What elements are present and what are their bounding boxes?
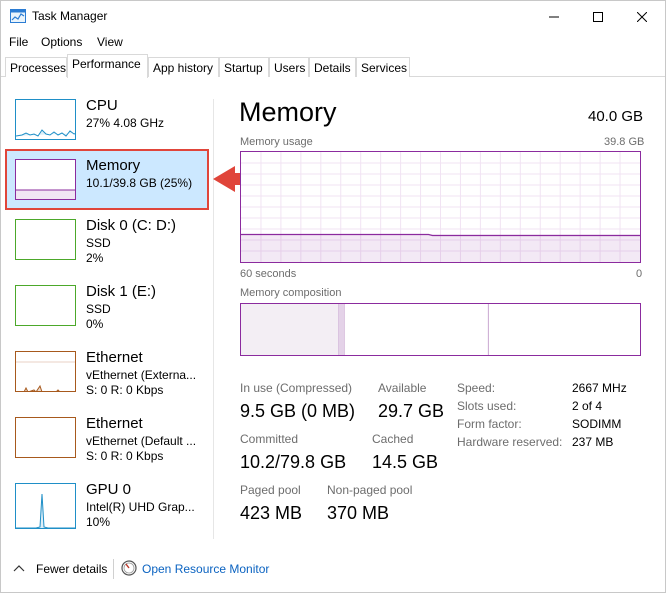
hardware-reserved-value: 237 MB: [572, 435, 614, 449]
close-button[interactable]: [619, 1, 665, 32]
committed-label: Committed: [240, 432, 299, 446]
non-paged-pool-value: 370 MB: [327, 503, 390, 523]
memory-composition-bar: [240, 303, 641, 356]
modified-segment: [338, 304, 345, 355]
resource-monitor-icon[interactable]: [121, 560, 137, 576]
sidebar-item-cpu[interactable]: CPU 27% 4.08 GHz: [1, 93, 213, 155]
sidebar-item-name: Ethernet: [86, 415, 143, 432]
memory-composition-label: Memory composition: [240, 287, 342, 299]
hardware-reserved-label: Hardware reserved:: [457, 435, 563, 449]
tab-services[interactable]: Services: [356, 57, 410, 77]
committed-value: 10.2/79.8 GB: [240, 452, 347, 472]
in-use-segment: [241, 304, 339, 355]
tab-performance[interactable]: Performance: [67, 54, 148, 78]
speed-value: 2667 MHz: [572, 381, 627, 395]
tab-processes[interactable]: Processes: [5, 57, 67, 77]
disk-0-thumbnail-graph: [15, 219, 76, 260]
sidebar-item-detail: vEthernet (Default ...: [86, 434, 197, 448]
task-manager-window: Task Manager File Options View Processes…: [0, 0, 666, 593]
sidebar-item-name: CPU: [86, 97, 118, 114]
sidebar-divider: [213, 99, 214, 539]
speed-label: Speed:: [457, 381, 496, 395]
sidebar-item-detail: SSD: [86, 302, 111, 316]
sidebar-item-ethernet-2[interactable]: Ethernet vEthernet (Default ... S: 0 R: …: [1, 411, 213, 473]
non-paged-pool-label: Non-paged pool: [327, 483, 413, 497]
memory-usage-graph: [240, 151, 641, 263]
menu-options[interactable]: Options: [41, 35, 82, 49]
sidebar-item-name: Disk 0 (C: D:): [86, 217, 176, 234]
memory-usage-max: 39.8 GB: [604, 136, 645, 148]
sidebar-item-name: Disk 1 (E:): [86, 283, 157, 300]
page-title: Memory: [239, 97, 337, 127]
title-bar[interactable]: Task Manager: [1, 1, 665, 32]
menu-file[interactable]: File: [9, 35, 28, 49]
fewer-details-button[interactable]: Fewer details: [36, 562, 107, 576]
memory-usage-plot: [241, 152, 640, 262]
minimize-button[interactable]: [531, 1, 577, 32]
cached-label: Cached: [372, 432, 414, 446]
slots-used-label: Slots used:: [457, 399, 517, 413]
sidebar-item-disk-1[interactable]: Disk 1 (E:) SSD 0%: [1, 279, 213, 341]
sidebar-item-name: Ethernet: [86, 349, 143, 366]
sidebar-item-memory[interactable]: Memory 10.1/39.8 GB (25%): [1, 153, 213, 215]
cpu-thumbnail-graph: [15, 99, 76, 140]
disk-1-thumbnail-graph: [15, 285, 76, 326]
sidebar-item-detail: S: 0 R: 0 Kbps: [86, 383, 164, 397]
memory-usage-label: Memory usage: [240, 136, 313, 148]
form-factor-label: Form factor:: [457, 417, 522, 431]
chevron-up-icon[interactable]: [13, 564, 25, 572]
footer-divider: [113, 559, 114, 579]
sidebar-item-detail: SSD: [86, 236, 111, 250]
gpu-thumbnail-graph: [15, 483, 76, 529]
tab-strip: Processes Performance App history Startu…: [1, 54, 665, 78]
sidebar-item-detail: 2%: [86, 251, 104, 265]
tab-users[interactable]: Users: [269, 57, 309, 77]
memory-thumbnail-graph: [15, 159, 76, 200]
ethernet-1-thumbnail-graph: [15, 351, 76, 392]
ethernet-2-thumbnail-graph: [15, 417, 76, 458]
sidebar-item-detail: Intel(R) UHD Grap...: [86, 500, 195, 514]
sidebar-item-disk-0[interactable]: Disk 0 (C: D:) SSD 2%: [1, 213, 213, 275]
menu-bar: File Options View: [1, 33, 665, 53]
sidebar-item-ethernet-1[interactable]: Ethernet vEthernet (Externa... S: 0 R: 0…: [1, 345, 213, 407]
standby-segment: [344, 304, 489, 355]
sidebar-item-detail: 10%: [86, 515, 111, 529]
sidebar-item-detail: 0%: [86, 317, 104, 331]
close-icon: [637, 11, 647, 22]
available-label: Available: [378, 381, 427, 395]
paged-pool-value: 423 MB: [240, 503, 303, 523]
sidebar-item-detail: vEthernet (Externa...: [86, 368, 197, 382]
sidebar-item-gpu-0[interactable]: GPU 0 Intel(R) UHD Grap... 10%: [1, 477, 213, 539]
open-resource-monitor-link[interactable]: Open Resource Monitor: [142, 562, 269, 576]
sidebar-item-detail: S: 0 R: 0 Kbps: [86, 449, 164, 463]
slots-used-value: 2 of 4: [572, 399, 603, 413]
sidebar-item-detail: 10.1/39.8 GB (25%): [86, 176, 193, 190]
minimize-icon: [549, 16, 559, 17]
paged-pool-label: Paged pool: [240, 483, 301, 497]
memory-total: 40.0 GB: [588, 108, 644, 125]
sidebar-item-name: Memory: [86, 157, 141, 174]
tab-details[interactable]: Details: [309, 57, 356, 77]
maximize-button[interactable]: [575, 1, 621, 32]
time-axis-end: 0: [636, 268, 643, 280]
usage-area: [241, 234, 640, 262]
available-value: 29.7 GB: [378, 401, 445, 421]
menu-view[interactable]: View: [97, 35, 123, 49]
form-factor-value: SODIMM: [572, 417, 622, 431]
tab-startup[interactable]: Startup: [219, 57, 269, 77]
window-title: Task Manager: [32, 9, 108, 23]
time-axis-start: 60 seconds: [240, 268, 297, 280]
task-manager-app-icon: [10, 9, 26, 23]
tab-app-history[interactable]: App history: [148, 57, 219, 77]
in-use-value: 9.5 GB (0 MB): [240, 401, 356, 421]
sidebar-item-name: GPU 0: [86, 481, 132, 498]
sidebar-item-detail: 27% 4.08 GHz: [86, 116, 165, 130]
in-use-label: In use (Compressed): [240, 381, 353, 395]
maximize-icon: [593, 11, 603, 22]
cached-value: 14.5 GB: [372, 452, 439, 472]
